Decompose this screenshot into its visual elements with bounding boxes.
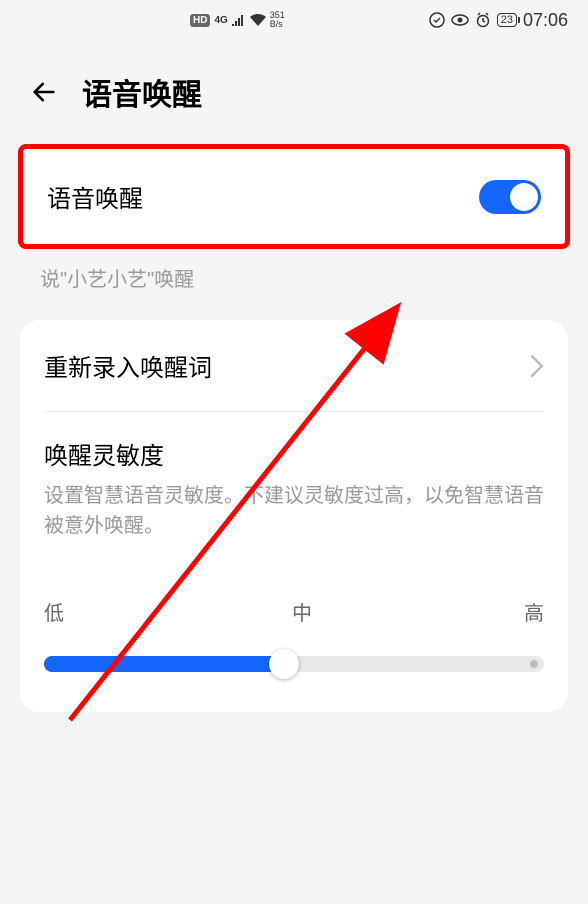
voice-wake-row[interactable]: 语音唤醒 — [18, 144, 570, 249]
page-header: 语音唤醒 — [0, 40, 588, 144]
slider-end-dot — [530, 660, 538, 668]
status-bar: HD 4G 351 B/s 23 07:06 — [0, 0, 588, 40]
slider-thumb[interactable] — [269, 649, 299, 679]
sensitivity-desc: 设置智慧语音灵敏度。不建议灵敏度过高，以免智慧语音被意外唤醒。 — [44, 481, 544, 541]
chevron-right-icon — [530, 355, 544, 377]
wifi-icon — [250, 14, 266, 26]
network-speed: 351 B/s — [270, 11, 285, 29]
eye-icon — [451, 14, 469, 26]
battery-icon: 23 — [497, 13, 517, 27]
page-title: 语音唤醒 — [82, 70, 202, 114]
network-4g-icon: 4G — [214, 15, 227, 26]
alarm-icon — [475, 12, 491, 28]
clock-time: 07:06 — [523, 10, 568, 31]
settings-card: 重新录入唤醒词 唤醒灵敏度 设置智慧语音灵敏度。不建议灵敏度过高，以免智慧语音被… — [20, 320, 568, 712]
signal-icon — [232, 14, 246, 26]
wake-word-hint: 说"小艺小艺"唤醒 — [0, 249, 588, 320]
sensitivity-section: 唤醒灵敏度 设置智慧语音灵敏度。不建议灵敏度过高，以免智慧语音被意外唤醒。 — [44, 412, 544, 557]
slider-label-low: 低 — [44, 597, 64, 626]
hd-icon: HD — [190, 14, 210, 27]
rerecord-row[interactable]: 重新录入唤醒词 — [44, 320, 544, 411]
slider-fill — [44, 656, 284, 672]
voice-wake-toggle[interactable] — [479, 180, 541, 214]
back-button[interactable] — [30, 78, 58, 106]
sensitivity-slider[interactable] — [44, 646, 544, 712]
arrow-left-icon — [30, 78, 58, 106]
slider-label-high: 高 — [524, 597, 544, 626]
rerecord-label: 重新录入唤醒词 — [44, 348, 212, 383]
slider-labels: 低 中 高 — [44, 557, 544, 646]
slider-label-mid: 中 — [292, 597, 312, 626]
voice-wake-label: 语音唤醒 — [47, 179, 143, 214]
slider-track — [44, 656, 544, 672]
sensitivity-title: 唤醒灵敏度 — [44, 436, 544, 471]
sync-icon — [429, 12, 445, 28]
